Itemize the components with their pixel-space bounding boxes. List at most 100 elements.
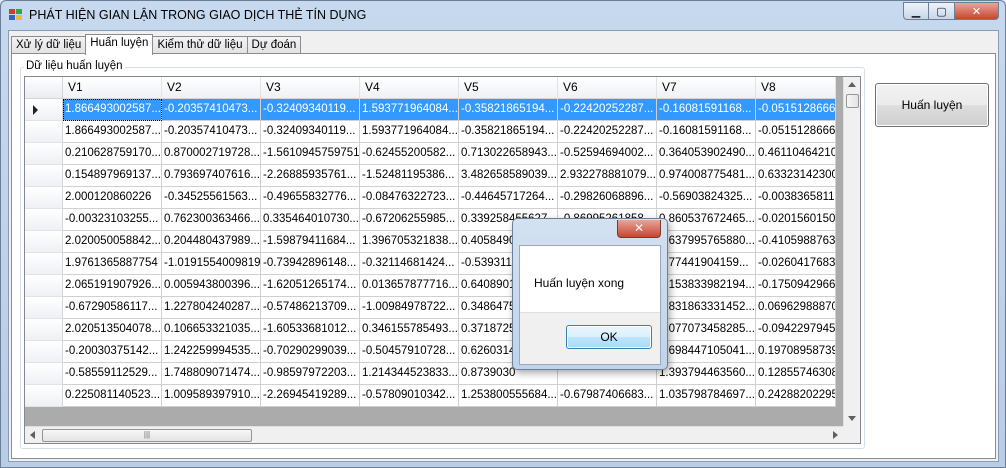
close-button[interactable]: ✕ <box>955 2 999 20</box>
table-row[interactable]: -0.58559112529... 1.748809071474... -0.985… <box>25 363 836 385</box>
table-cell[interactable]: -0.02015601506 <box>756 209 836 231</box>
table-cell[interactable]: -0.62455200582... <box>360 143 459 165</box>
train-button[interactable]: Huấn luyện <box>875 83 989 127</box>
column-header[interactable]: V1 <box>63 77 162 99</box>
title-bar[interactable]: PHÁT HIỆN GIAN LẬN TRONG GIAO DỊCH THẺ T… <box>1 1 1005 29</box>
row-header[interactable] <box>25 121 63 143</box>
table-cell[interactable]: -0.09422979453 <box>756 319 836 341</box>
table-cell[interactable]: 1.9761365887754 <box>63 253 162 275</box>
table-cell[interactable]: -0.05151286669 <box>756 99 836 121</box>
table-row[interactable]: -0.20030375142... 1.242259994535... -0.702… <box>25 341 836 363</box>
table-cell[interactable]: -1.52481195386... <box>360 165 459 187</box>
column-header[interactable]: V5 <box>459 77 558 99</box>
table-cell[interactable]: 0.077073458285... <box>657 319 756 341</box>
tab-training[interactable]: Huấn luyện <box>85 34 154 55</box>
table-cell[interactable]: 0.461104642101 <box>756 143 836 165</box>
table-cell[interactable]: 0.831863331452... <box>657 297 756 319</box>
scroll-down-icon[interactable] <box>848 416 856 421</box>
table-cell[interactable]: -0.02604176838 <box>756 253 836 275</box>
table-cell[interactable]: -1.59879411684... <box>261 231 360 253</box>
table-cell[interactable]: 1.035798784697... <box>657 385 756 407</box>
table-cell[interactable]: -0.22420252287... <box>558 99 657 121</box>
table-cell[interactable]: -0.44645717264... <box>459 187 558 209</box>
table-cell[interactable]: 0.335464010730... <box>261 209 360 231</box>
table-cell[interactable]: 2.932278881079... <box>558 165 657 187</box>
row-header[interactable] <box>25 231 63 253</box>
column-header[interactable]: V3 <box>261 77 360 99</box>
row-header[interactable] <box>25 187 63 209</box>
table-cell[interactable]: -1.5610945759751 <box>261 143 360 165</box>
table-cell[interactable]: -0.58559112529... <box>63 363 162 385</box>
table-cell[interactable]: -0.17509429661 <box>756 275 836 297</box>
table-cell[interactable]: -0.56903824325... <box>657 187 756 209</box>
table-cell[interactable]: 0.005943800396... <box>162 275 261 297</box>
table-cell[interactable]: -0.22420252287... <box>558 121 657 143</box>
table-cell[interactable]: 0.974008775481... <box>657 165 756 187</box>
table-cell[interactable]: 0.860537672465... <box>657 209 756 231</box>
table-cell[interactable]: -0.16081591168... <box>657 99 756 121</box>
table-cell[interactable]: 1.866493002587... <box>63 121 162 143</box>
table-cell[interactable]: 0.24288202295... <box>756 385 836 407</box>
table-cell[interactable]: 0.197089587394 <box>756 341 836 363</box>
table-cell[interactable]: -0.35821865194... <box>459 99 558 121</box>
grid-corner-cell[interactable] <box>25 77 63 99</box>
table-cell[interactable]: -0.20357410473... <box>162 99 261 121</box>
table-cell[interactable]: 0.204480437989... <box>162 231 261 253</box>
table-cell[interactable]: -0.67290586117... <box>63 297 162 319</box>
table-cell[interactable]: -0.73942896148... <box>261 253 360 275</box>
column-header[interactable]: V4 <box>360 77 459 99</box>
table-cell[interactable]: -0.32409340119... <box>261 99 360 121</box>
table-cell[interactable]: -0.20030375142... <box>63 341 162 363</box>
table-row[interactable]: 2.000120860226 -0.34525561563... -0.496558… <box>25 187 836 209</box>
table-cell[interactable]: -1.0191554009819 <box>162 253 261 275</box>
table-cell[interactable]: 1.866493002587... <box>63 99 162 121</box>
row-header[interactable] <box>25 275 63 297</box>
table-cell[interactable]: -1.62051265174... <box>261 275 360 297</box>
table-cell[interactable]: -0.41059887632 <box>756 231 836 253</box>
table-cell[interactable]: -0.32114681424... <box>360 253 459 275</box>
table-cell[interactable]: -0.32409340119... <box>261 121 360 143</box>
column-header[interactable]: V8 <box>756 77 836 99</box>
row-header[interactable] <box>25 363 63 385</box>
table-cell[interactable]: -2.26945419289... <box>261 385 360 407</box>
table-cell[interactable]: 0.793697407616... <box>162 165 261 187</box>
table-cell[interactable]: 0.762300363466... <box>162 209 261 231</box>
row-header[interactable] <box>25 253 63 275</box>
table-cell[interactable]: 0.210628759170... <box>63 143 162 165</box>
table-cell[interactable]: 1.748809071474... <box>162 363 261 385</box>
table-cell[interactable]: -0.57809010342... <box>360 385 459 407</box>
table-cell[interactable]: -0.08476322723... <box>360 187 459 209</box>
table-cell[interactable]: 0.153833982194... <box>657 275 756 297</box>
column-header[interactable]: V2 <box>162 77 261 99</box>
scroll-left-icon[interactable] <box>30 431 35 439</box>
row-header[interactable] <box>25 99 63 121</box>
table-cell[interactable]: 0.346155785493... <box>360 319 459 341</box>
table-cell[interactable]: -0.29826068896... <box>558 187 657 209</box>
column-header[interactable]: V6 <box>558 77 657 99</box>
table-cell[interactable]: 0.63323142300... <box>756 165 836 187</box>
table-cell[interactable]: 1.009589397910... <box>162 385 261 407</box>
row-header[interactable] <box>25 143 63 165</box>
row-header[interactable] <box>25 165 63 187</box>
table-cell[interactable]: -0.34525561563... <box>162 187 261 209</box>
scroll-right-icon[interactable] <box>833 431 838 439</box>
row-header[interactable] <box>25 297 63 319</box>
table-cell[interactable]: 2.000120860226 <box>63 187 162 209</box>
table-cell[interactable]: 2.020050058842... <box>63 231 162 253</box>
table-cell[interactable]: 0.77441904159... <box>657 253 756 275</box>
row-header[interactable] <box>25 341 63 363</box>
row-header[interactable] <box>25 385 63 407</box>
table-row[interactable]: 2.020050058842... 0.204480437989... -1.598… <box>25 231 836 253</box>
table-row[interactable]: 0.225081140523... 1.009589397910... -2.269… <box>25 385 836 407</box>
vertical-scrollbar[interactable] <box>843 77 860 426</box>
maximize-button[interactable]: ▢ <box>929 2 955 20</box>
table-cell[interactable]: 1.214344523833... <box>360 363 459 385</box>
table-cell[interactable]: 1.396705321838... <box>360 231 459 253</box>
table-cell[interactable]: -0.05151286669 <box>756 121 836 143</box>
table-row[interactable]: 2.065191907926... 0.005943800396... -1.620… <box>25 275 836 297</box>
table-row[interactable]: 0.210628759170... 0.870002719728... -1.561… <box>25 143 836 165</box>
table-cell[interactable]: 0.698447105041... <box>657 341 756 363</box>
table-cell[interactable]: -0.00323103255... <box>63 209 162 231</box>
table-row[interactable]: 1.866493002587... -0.20357410473... -0.324… <box>25 99 836 121</box>
table-cell[interactable]: -0.98597972203... <box>261 363 360 385</box>
